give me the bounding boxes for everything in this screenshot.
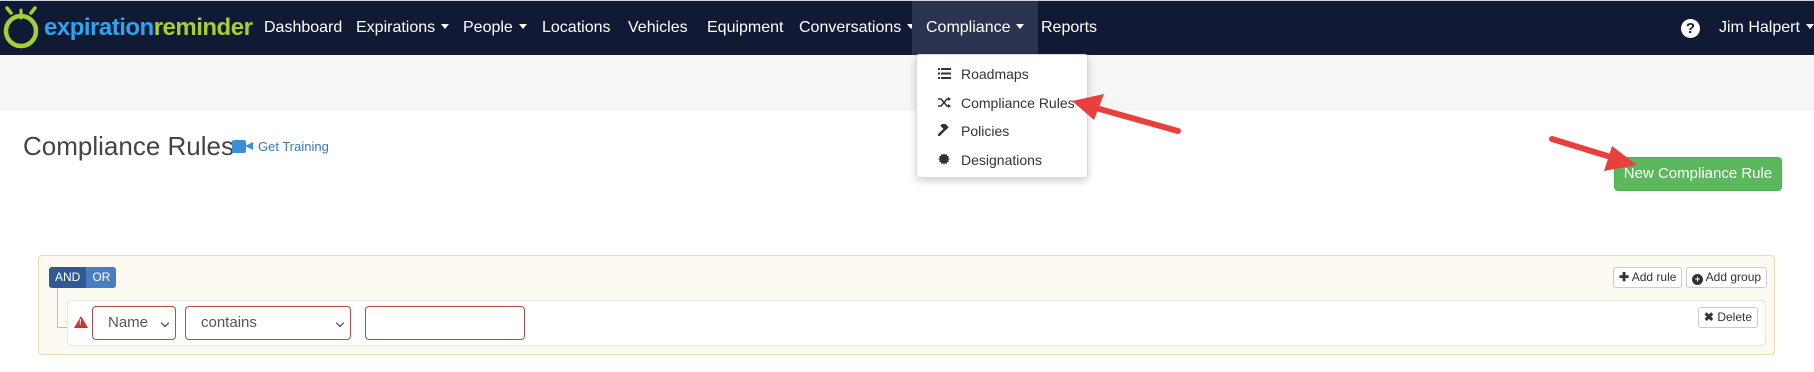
video-camera-icon	[232, 140, 253, 153]
get-training-link[interactable]: Get Training	[232, 139, 329, 154]
caret-down-icon	[441, 24, 450, 30]
close-icon: ✖	[1703, 310, 1714, 324]
plus-circle-icon: +	[1692, 274, 1703, 285]
delete-rule-button[interactable]: ✖ Delete	[1697, 307, 1758, 328]
nav-reports[interactable]: Reports	[1041, 1, 1097, 56]
brand-name: expirationreminder	[44, 14, 253, 42]
menu-item-designations-label: Designations	[961, 152, 1042, 168]
help-icon[interactable]: ?	[1681, 19, 1700, 38]
nav-conversations-label: Conversations	[799, 19, 902, 36]
menu-item-roadmaps[interactable]: Roadmaps	[937, 63, 1029, 85]
caret-down-icon	[518, 24, 527, 30]
condition-toggle: AND OR	[49, 267, 117, 288]
user-menu[interactable]: Jim Halpert	[1719, 1, 1814, 56]
shuffle-icon	[937, 93, 951, 115]
nav-dashboard[interactable]: Dashboard	[264, 1, 342, 56]
nav-expirations-label: Expirations	[356, 19, 436, 36]
add-rule-label: Add rule	[1631, 270, 1677, 284]
new-compliance-rule-button[interactable]: New Compliance Rule	[1614, 157, 1782, 191]
list-icon	[937, 64, 951, 86]
nav-vehicles[interactable]: Vehicles	[628, 1, 688, 56]
nav-locations-label: Locations	[542, 19, 611, 36]
menu-item-compliance-rules[interactable]: Compliance Rules	[937, 92, 1075, 114]
nav-compliance[interactable]: Compliance	[912, 1, 1039, 56]
menu-item-designations[interactable]: Designations	[937, 149, 1042, 171]
subheader-band	[0, 55, 1814, 111]
warning-icon: !	[74, 316, 88, 328]
nav-equipment[interactable]: Equipment	[707, 1, 784, 56]
nav-people[interactable]: People	[463, 1, 527, 56]
menu-item-roadmaps-label: Roadmaps	[961, 66, 1029, 82]
caret-down-icon	[1016, 24, 1025, 30]
compliance-dropdown-menu: Roadmaps Compliance Rules Policies Desig…	[916, 54, 1088, 178]
chevron-down-icon	[160, 318, 170, 328]
rule-operator-select[interactable]: contains	[185, 306, 351, 340]
tree-connector	[57, 327, 67, 328]
add-group-button[interactable]: + Add group	[1686, 267, 1768, 288]
query-builder-group: AND OR ✚ Add rule + Add group ! Name con…	[38, 255, 1775, 355]
alarm-clock-icon	[2, 5, 40, 51]
add-rule-button[interactable]: ✚ Add rule	[1613, 267, 1683, 288]
brand-name-part-1: expiration	[44, 14, 154, 41]
get-training-label: Get Training	[258, 139, 329, 154]
or-toggle-button[interactable]: OR	[86, 267, 117, 288]
gavel-icon	[937, 121, 951, 143]
caret-down-icon	[1805, 24, 1814, 30]
page-title: Compliance Rules	[23, 131, 234, 161]
rule-field-value: Name	[108, 314, 149, 331]
menu-item-compliance-rules-label: Compliance Rules	[961, 95, 1075, 111]
and-toggle-button[interactable]: AND	[49, 267, 87, 288]
rule-value-input[interactable]	[365, 306, 525, 340]
rule-row: ! Name contains ✖ Delete	[67, 300, 1766, 346]
nav-equipment-label: Equipment	[707, 19, 784, 36]
nav-conversations[interactable]: Conversations	[799, 1, 916, 56]
user-name: Jim Halpert	[1719, 19, 1800, 36]
tree-connector	[57, 288, 58, 328]
plus-icon: ✚	[1619, 270, 1630, 284]
rule-operator-value: contains	[201, 314, 257, 331]
menu-item-policies[interactable]: Policies	[937, 120, 1009, 142]
nav-locations[interactable]: Locations	[542, 1, 611, 56]
badge-icon	[937, 150, 951, 172]
brand-name-part-2: reminder	[153, 14, 253, 41]
nav-compliance-label: Compliance	[926, 19, 1011, 36]
top-navbar: expirationreminder Dashboard Expirations…	[0, 0, 1814, 56]
nav-people-label: People	[463, 19, 513, 36]
page-root: expirationreminder Dashboard Expirations…	[0, 0, 1814, 372]
help-icon-glyph: ?	[1685, 20, 1696, 37]
nav-expirations[interactable]: Expirations	[356, 1, 450, 56]
add-group-label: Add group	[1705, 270, 1762, 284]
nav-reports-label: Reports	[1041, 19, 1098, 36]
rule-field-select[interactable]: Name	[92, 306, 176, 340]
nav-dashboard-label: Dashboard	[264, 19, 343, 36]
menu-item-policies-label: Policies	[961, 123, 1010, 139]
nav-vehicles-label: Vehicles	[628, 19, 688, 36]
delete-rule-label: Delete	[1717, 310, 1752, 324]
brand-logo[interactable]: expirationreminder	[2, 3, 253, 53]
chevron-down-icon	[335, 318, 345, 328]
